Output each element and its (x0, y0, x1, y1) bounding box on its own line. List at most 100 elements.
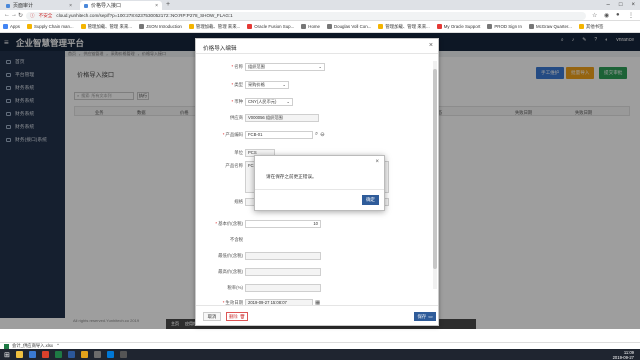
close-icon[interactable]: × (631, 2, 635, 8)
warning-icon: ⓘ (30, 12, 35, 18)
word-icon[interactable] (67, 351, 75, 358)
field-base-price: *基本价(含税) 10 (196, 219, 436, 228)
field-currency: *币种 CNY(人民币元) ⌄ (196, 97, 436, 106)
page-icon (6, 3, 10, 8)
url-text: cloud.yunhitech.com/sep/f?p=100:278:6237… (56, 13, 233, 18)
forward-icon[interactable]: → (11, 12, 17, 18)
folder-icon (80, 23, 86, 29)
close-icon[interactable]: × (69, 3, 72, 9)
alert-message: 请在保存之前更正错误。 (266, 174, 317, 179)
field-product-code: *产品编码 FCB-01 ⌕ ⊖ (222, 130, 325, 139)
max-price-field[interactable] (245, 267, 321, 276)
tab-label: 价格导入接口 (91, 3, 122, 9)
folder-icon (27, 24, 33, 30)
product-code-field[interactable]: FCB-01 (245, 130, 313, 139)
save-button[interactable]: 保存 ▭ (414, 312, 436, 321)
extension-icon[interactable]: ◉ (604, 12, 609, 19)
field-supplier: 供应商 V000056 组织范围 (196, 113, 436, 122)
trash-icon: 🗑 (239, 313, 246, 319)
security-label: 不安全 (38, 12, 53, 18)
file-explorer-icon[interactable] (15, 351, 23, 358)
folder-icon (378, 23, 384, 29)
clock-date: 2019-09-27 (612, 355, 634, 360)
base-price-field[interactable]: 10 (245, 219, 321, 228)
bookmark-item[interactable]: McGraw Quarter... (528, 24, 572, 30)
bookmark-item[interactable]: Supply Chain man... (27, 24, 74, 30)
page-icon (436, 24, 442, 30)
browser-tab-bar: 页面审计 × 价格导入接口 × + – □ × (0, 0, 640, 10)
search-icon[interactable]: ⌕ (315, 131, 318, 138)
bookmark-item[interactable]: 管理加载、管理 来来... (80, 23, 132, 30)
reset-icon[interactable]: ⊖ (320, 132, 325, 138)
name-select[interactable]: 组织范围 ⌄ (245, 62, 325, 71)
system-clock: 11:09 2019-09-27 (613, 350, 634, 360)
browser-icon[interactable] (28, 351, 36, 358)
close-icon[interactable]: × (155, 3, 158, 9)
close-icon[interactable]: × (429, 42, 433, 49)
apps-icon (3, 24, 8, 30)
alert-footer: 确定 (255, 189, 384, 210)
cancel-button[interactable]: 取消 (203, 312, 221, 321)
field-tax-excluded: 不含税 (229, 236, 243, 242)
error-alert-dialog: × 请在保存之前更正错误。 确定 (254, 155, 385, 211)
bookmark-item[interactable]: Douglas Voll Con... (327, 24, 371, 30)
window-controls: – □ × (607, 0, 640, 10)
field-effective-date: *生效日期 2019-09-27 15:08:07 ▦ (222, 298, 321, 305)
browser-tab-active[interactable]: 价格导入接口 × (80, 1, 162, 10)
app-icon[interactable] (119, 351, 127, 358)
page-icon (84, 3, 88, 8)
page-icon (327, 24, 332, 30)
tax-rate-field[interactable] (245, 283, 321, 292)
page-icon (247, 24, 253, 30)
type-select[interactable]: 采购价格 ⌄ (245, 80, 289, 89)
folder-icon (578, 23, 584, 29)
excel-icon[interactable] (54, 351, 62, 358)
folder-icon (188, 23, 194, 29)
app-icon[interactable] (93, 351, 101, 358)
delete-button[interactable]: 删除 🗑 (226, 312, 248, 321)
windows-start-icon[interactable]: ⊞ (4, 351, 10, 359)
field-min-price: 最低价(含税) (196, 251, 436, 260)
bookmark-item[interactable]: Oracle Fusion Sup... (247, 24, 294, 30)
back-icon[interactable]: ← (4, 12, 10, 18)
bookmark-item[interactable]: 其他书签 (578, 23, 603, 30)
tab-label: 页面审计 (13, 3, 34, 9)
profile-icon[interactable]: ● (616, 12, 620, 18)
dialog-footer: 取消 删除 🗑 保存 ▭ (196, 305, 438, 326)
min-price-field[interactable] (245, 251, 321, 260)
bookmark-item[interactable]: Apps (3, 24, 20, 30)
page-icon (528, 24, 534, 30)
bookmarks-bar: Apps Supply Chain man... 管理加载、管理 来来... J… (0, 21, 640, 33)
page-icon (138, 24, 144, 30)
save-icon: ▭ (428, 313, 433, 319)
bookmark-item[interactable]: 管理加载、管理 来来... (378, 23, 430, 30)
chevron-down-icon: ⌄ (282, 82, 286, 87)
chevron-down-icon: ⌄ (286, 99, 290, 104)
currency-select[interactable]: CNY(人民币元) ⌄ (245, 97, 293, 106)
field-name: *名称 组织范围 ⌄ (196, 62, 436, 71)
star-icon[interactable]: ☆ (592, 12, 597, 19)
close-icon[interactable]: × (375, 159, 379, 165)
bookmark-item[interactable]: Home (301, 24, 320, 30)
bookmark-item[interactable]: PROD Sign In (487, 24, 522, 30)
app-icon[interactable] (41, 351, 49, 358)
dev-toolbar-item[interactable]: 主页 (171, 321, 179, 327)
browser-tab[interactable]: 页面审计 × (2, 1, 76, 10)
field-max-price: 最高价(含税) (196, 267, 436, 276)
bookmark-item[interactable]: JSON Introduction (138, 24, 182, 30)
reload-icon[interactable]: ↻ (18, 12, 23, 19)
app-icon[interactable] (106, 351, 114, 358)
menu-icon[interactable]: ⋮ (628, 12, 634, 19)
new-tab-icon[interactable]: + (166, 1, 170, 8)
chevron-down-icon: ⌄ (318, 64, 322, 69)
field-type: *类型 采购价格 ⌄ (196, 80, 436, 89)
supplier-field[interactable]: V000056 组织范围 (245, 113, 319, 122)
minimize-icon[interactable]: – (607, 2, 610, 8)
bookmark-item[interactable]: 管理加载、管理 来来... (188, 23, 240, 30)
ok-button[interactable]: 确定 (362, 195, 379, 205)
maximize-icon[interactable]: □ (619, 2, 623, 8)
dialog-scrollbar-thumb[interactable] (433, 69, 437, 269)
bookmark-item[interactable]: My Oracle Support (436, 24, 480, 30)
url-field[interactable]: ⓘ 不安全 cloud.yunhitech.com/sep/f?p=100:27… (26, 11, 586, 20)
app-icon[interactable] (80, 351, 88, 358)
